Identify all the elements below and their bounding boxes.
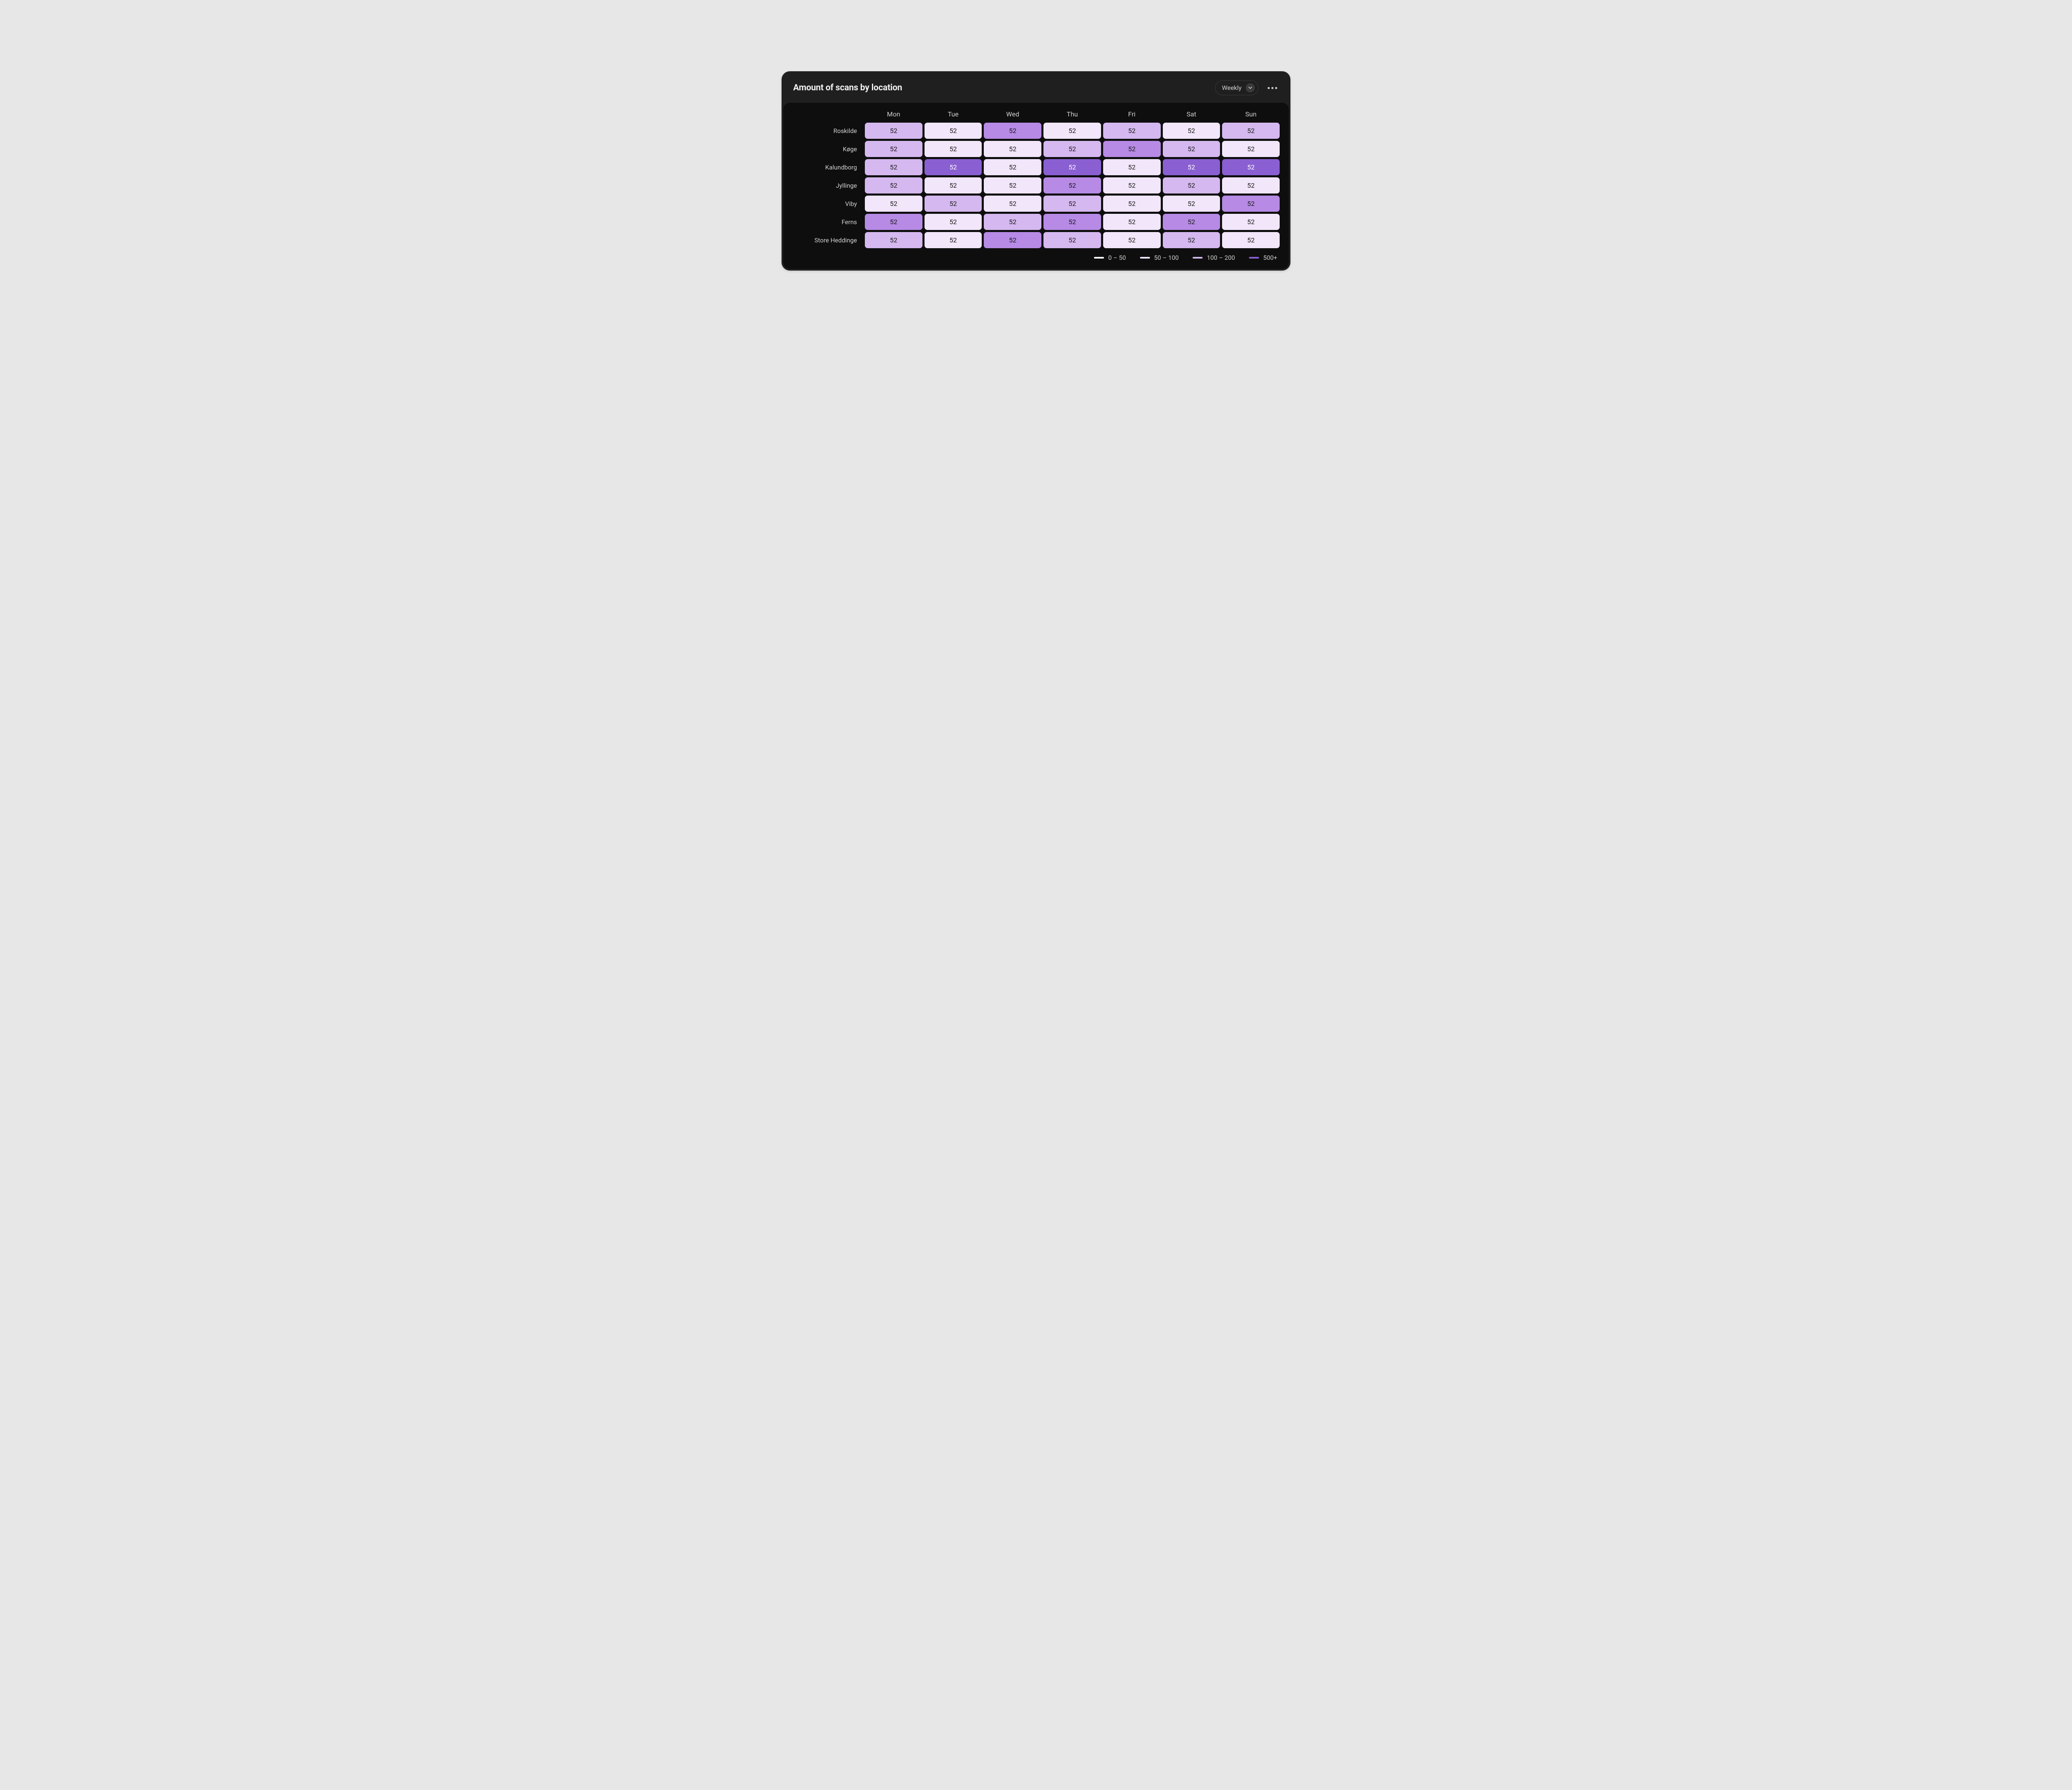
location-header: Kalundborg (792, 164, 863, 171)
heatmap-cell[interactable]: 52 (1163, 159, 1220, 175)
heatmap-cell[interactable]: 52 (1163, 123, 1220, 139)
heatmap-cell[interactable]: 52 (984, 232, 1041, 248)
heatmap-cell[interactable]: 52 (984, 159, 1041, 175)
heatmap-cell[interactable]: 52 (1103, 159, 1161, 175)
heatmap-cell[interactable]: 52 (1163, 196, 1220, 212)
heatmap-cell[interactable]: 52 (925, 123, 982, 139)
heatmap-cell[interactable]: 52 (1163, 177, 1220, 194)
heatmap-cell[interactable]: 52 (925, 177, 982, 194)
heatmap-cell[interactable]: 52 (1043, 159, 1101, 175)
legend-item: 50 – 100 (1140, 254, 1179, 261)
heatmap-cell[interactable]: 52 (1103, 196, 1161, 212)
location-header: Ferns (792, 218, 863, 226)
location-header: Jyllinge (792, 182, 863, 189)
heatmap-cell[interactable]: 52 (1222, 196, 1280, 212)
more-icon (1268, 87, 1270, 89)
period-selector-label: Weekly (1222, 84, 1242, 92)
legend-item: 100 – 200 (1193, 254, 1235, 261)
location-header: Viby (792, 200, 863, 208)
heatmap-cell[interactable]: 52 (984, 141, 1041, 157)
heatmap-cell[interactable]: 52 (1222, 141, 1280, 157)
heatmap-cell[interactable]: 52 (1103, 123, 1161, 139)
legend-swatch (1249, 257, 1259, 259)
day-header: Tue (925, 110, 982, 121)
heatmap-cell[interactable]: 52 (925, 141, 982, 157)
heatmap-cell[interactable]: 52 (1163, 214, 1220, 230)
heatmap-cell[interactable]: 52 (1043, 123, 1101, 139)
heatmap-cell[interactable]: 52 (1043, 196, 1101, 212)
heatmap-cell[interactable]: 52 (865, 232, 922, 248)
heatmap-cell[interactable]: 52 (984, 177, 1041, 194)
heatmap-cell[interactable]: 52 (865, 159, 922, 175)
day-header: Fri (1103, 110, 1161, 121)
card-title: Amount of scans by location (793, 83, 902, 93)
heatmap-cell[interactable]: 52 (1043, 214, 1101, 230)
heatmap-cell[interactable]: 52 (865, 214, 922, 230)
heatmap-cell[interactable]: 52 (1103, 214, 1161, 230)
heatmap-cell[interactable]: 52 (984, 196, 1041, 212)
heatmap-cell[interactable]: 52 (1043, 232, 1101, 248)
card-header: Amount of scans by location Weekly (782, 71, 1290, 103)
day-header: Thu (1043, 110, 1101, 121)
heatmap-cell[interactable]: 52 (1043, 177, 1101, 194)
day-header: Mon (865, 110, 922, 121)
period-selector[interactable]: Weekly (1215, 80, 1259, 95)
heatmap-cell[interactable]: 52 (925, 214, 982, 230)
heatmap-cell[interactable]: 52 (1163, 141, 1220, 157)
heatmap-cell[interactable]: 52 (1103, 141, 1161, 157)
heatmap-grid: MonTueWedThuFriSatSunRoskilde52525252525… (792, 110, 1280, 248)
heatmap-cell[interactable]: 52 (925, 196, 982, 212)
legend-label: 500+ (1263, 254, 1277, 261)
heatmap-cell[interactable]: 52 (1163, 232, 1220, 248)
heatmap-cell[interactable]: 52 (925, 232, 982, 248)
legend-item: 0 – 50 (1094, 254, 1126, 261)
heatmap-cell[interactable]: 52 (1222, 214, 1280, 230)
heatmap-cell[interactable]: 52 (1103, 177, 1161, 194)
heatmap-cell[interactable]: 52 (1103, 232, 1161, 248)
day-header: Sun (1222, 110, 1280, 121)
heatmap-cell[interactable]: 52 (984, 123, 1041, 139)
location-header: Store Heddinge (792, 237, 863, 244)
heatmap-cell[interactable]: 52 (1222, 232, 1280, 248)
heatmap-cell[interactable]: 52 (1043, 141, 1101, 157)
heatmap-cell[interactable]: 52 (1222, 159, 1280, 175)
legend-swatch (1193, 257, 1203, 259)
heatmap-cell[interactable]: 52 (865, 141, 922, 157)
legend-label: 100 – 200 (1207, 254, 1235, 261)
heatmap-cell[interactable]: 52 (865, 123, 922, 139)
heatmap-cell[interactable]: 52 (984, 214, 1041, 230)
chevron-down-icon (1246, 83, 1255, 92)
legend-label: 50 – 100 (1154, 254, 1179, 261)
scans-by-location-card: Amount of scans by location Weekly (782, 71, 1290, 271)
heatmap-cell[interactable]: 52 (1222, 123, 1280, 139)
location-header: Køge (792, 145, 863, 153)
day-header: Sat (1163, 110, 1220, 121)
heatmap-cell[interactable]: 52 (925, 159, 982, 175)
heatmap-cell[interactable]: 52 (1222, 177, 1280, 194)
legend: 0 – 50 50 – 100 100 – 200 500+ (792, 248, 1280, 262)
heatmap-panel: MonTueWedThuFriSatSunRoskilde52525252525… (783, 103, 1289, 269)
legend-swatch (1094, 257, 1104, 259)
header-controls: Weekly (1215, 80, 1279, 95)
heatmap-cell[interactable]: 52 (865, 177, 922, 194)
day-header: Wed (984, 110, 1041, 121)
legend-label: 0 – 50 (1108, 254, 1126, 261)
legend-swatch (1140, 257, 1150, 259)
legend-item: 500+ (1249, 254, 1277, 261)
more-options-button[interactable] (1266, 85, 1279, 91)
heatmap-cell[interactable]: 52 (865, 196, 922, 212)
location-header: Roskilde (792, 127, 863, 135)
